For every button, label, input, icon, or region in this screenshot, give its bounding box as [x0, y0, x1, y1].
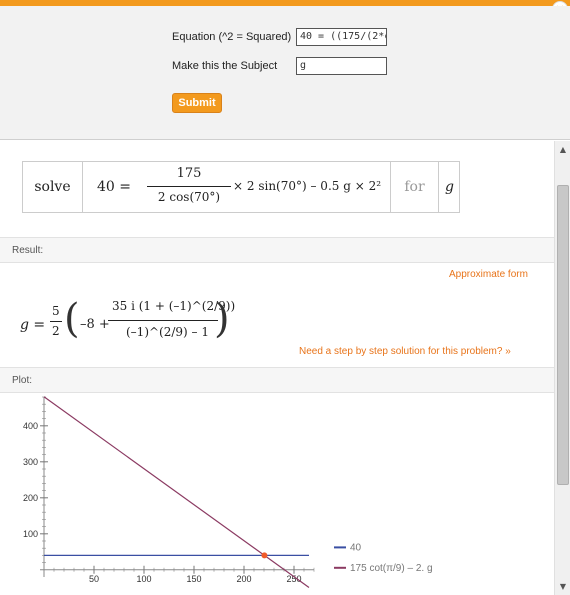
submit-button[interactable]: Submit: [172, 93, 222, 113]
intersection-point: [261, 552, 268, 559]
query-expression: 40 = 175 2 cos(70°) × 2 sin(70°) – 0.5 g…: [83, 162, 391, 212]
y-tick-label: 400: [23, 421, 38, 431]
equation-label: Equation (^2 = Squared): [172, 31, 292, 43]
x-tick-label: 100: [136, 574, 151, 584]
legend-label-2: 175 cot(π/9) – 2. g: [350, 563, 433, 574]
y-tick-label: 100: [23, 529, 38, 539]
scroll-up-arrow[interactable]: ▲: [558, 145, 568, 154]
scroll-thumb[interactable]: [557, 185, 569, 485]
subject-label: Make this the Subject: [172, 60, 278, 72]
equation-input[interactable]: 40 = ((175/(2*cos(70))*2*sin(70))-0.5*g*…: [296, 28, 387, 46]
approximate-form-link[interactable]: Approximate form: [449, 269, 528, 280]
x-tick-label: 50: [89, 574, 99, 584]
plot-chart: 50 100 150 200 250 100 200 300 400 40 175 cot(π/9)…: [23, 396, 433, 588]
x-tick-label: 250: [286, 574, 301, 584]
query-lhs: 40 =: [97, 179, 131, 195]
result-inner-den: (–1)^(2/9) – 1: [126, 325, 209, 339]
right-paren: ): [214, 296, 230, 342]
series-line-2: [43, 396, 310, 588]
x-tick-label: 200: [236, 574, 251, 584]
result-minus-eight: –8 +: [80, 317, 110, 332]
result-header: Result:: [0, 237, 554, 263]
plot-header: Plot:: [0, 367, 554, 393]
result-frac-den: 2: [52, 324, 60, 338]
query-denominator: 2 cos(70°): [157, 190, 221, 204]
y-tick-label: 300: [23, 457, 38, 467]
subject-input[interactable]: g: [296, 57, 387, 75]
query-box: solve 40 = 175 2 cos(70°) × 2 sin(70°) –…: [22, 161, 460, 213]
result-g-equals: g =: [20, 317, 46, 333]
scroll-down-arrow[interactable]: ▼: [558, 582, 568, 591]
result-frac-bar: [50, 321, 62, 322]
query-variable: g: [445, 179, 454, 195]
query-numerator: 175: [176, 166, 202, 181]
legend-label-1: 40: [350, 542, 362, 553]
step-by-step-link[interactable]: Need a step by step solution for this pr…: [299, 346, 511, 357]
vertical-scrollbar[interactable]: ▲ ▼: [554, 141, 570, 595]
query-rest: × 2 sin(70°) – 0.5 g × 2²: [233, 179, 382, 193]
left-paren: (: [64, 296, 80, 342]
result-frac-num: 5: [52, 304, 60, 318]
results-panel: solve 40 = 175 2 cos(70°) × 2 sin(70°) –…: [0, 141, 554, 595]
fraction-bar: [147, 186, 231, 187]
solve-label: solve: [23, 162, 83, 212]
result-inner-bar: [108, 320, 218, 321]
x-tick-label: 150: [186, 574, 201, 584]
equation-form: Equation (^2 = Squared) 40 = ((175/(2*co…: [0, 6, 570, 140]
y-tick-label: 200: [23, 493, 38, 503]
for-label: for: [391, 162, 439, 212]
